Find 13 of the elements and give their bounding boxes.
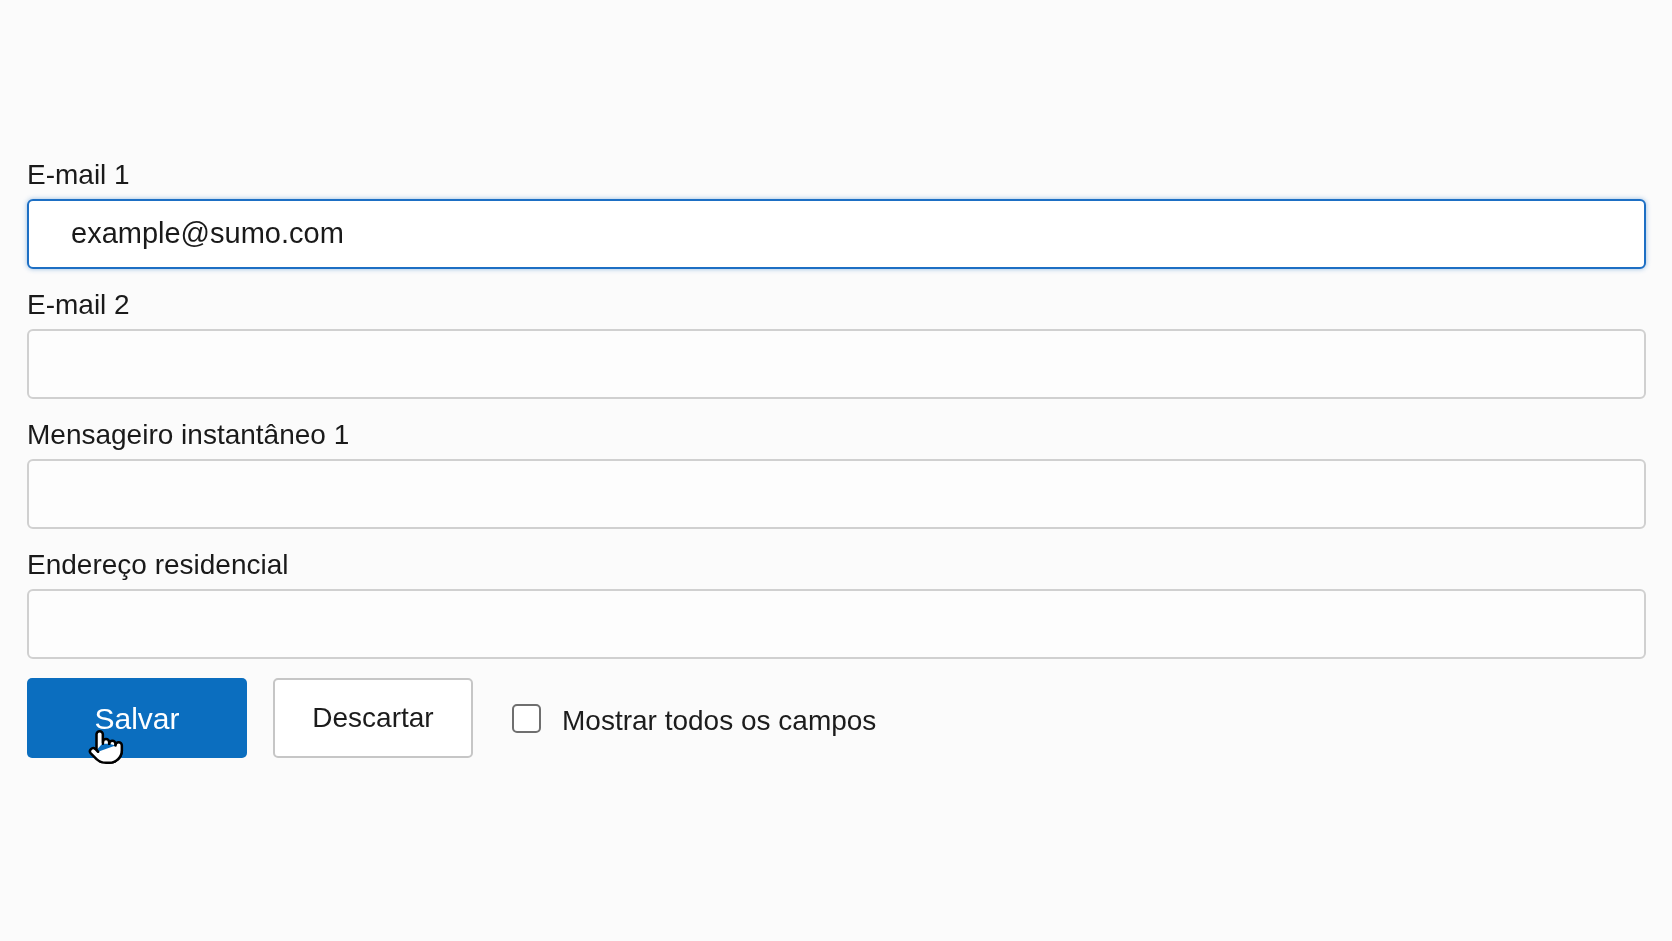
field-label: Mensageiro instantâneo 1 [27,418,350,452]
field-label: E-mail 1 [27,158,130,192]
checkbox-label[interactable]: Mostrar todos os campos [562,700,877,742]
hand-cursor-icon [87,728,125,766]
save-button[interactable]: Salvar [27,678,247,758]
text-field[interactable] [27,329,1646,399]
discard-button[interactable]: Descartar [273,678,473,758]
checkbox[interactable] [512,703,541,733]
text-field[interactable]: example@sumo.com [27,199,1646,269]
field-label: Endereço residencial [27,548,289,582]
text-field[interactable] [27,589,1646,659]
field-label: E-mail 2 [27,288,130,322]
text-field[interactable] [27,459,1646,529]
